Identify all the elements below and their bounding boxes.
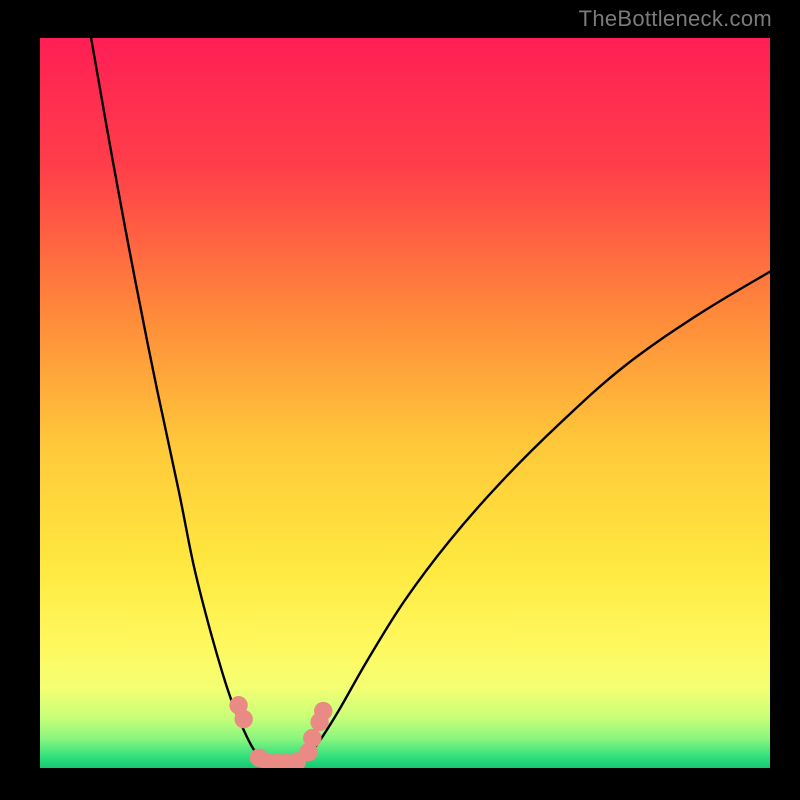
plot-area	[40, 38, 770, 768]
bottleneck-curve	[91, 38, 770, 763]
data-marker	[314, 702, 332, 720]
chart-curves	[40, 38, 770, 768]
chart-frame: TheBottleneck.com	[0, 0, 800, 800]
attribution-text: TheBottleneck.com	[579, 6, 772, 32]
data-marker	[234, 710, 252, 728]
data-marker	[303, 729, 321, 747]
